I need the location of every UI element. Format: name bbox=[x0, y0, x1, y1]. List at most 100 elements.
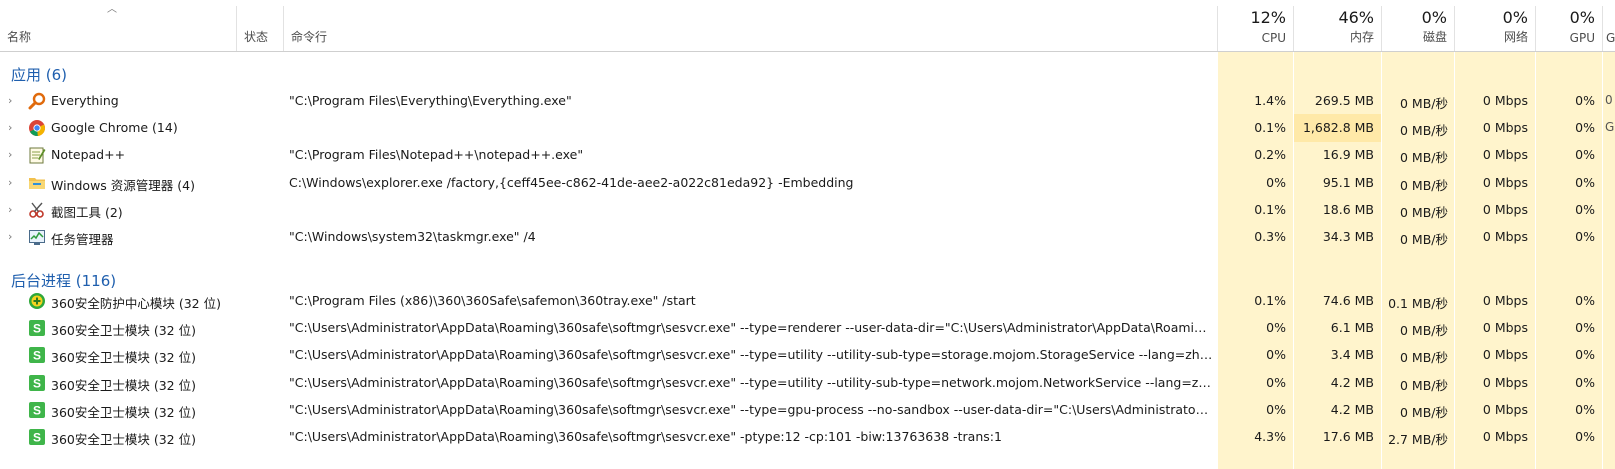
chevron-right-icon[interactable]: › bbox=[8, 94, 12, 108]
process-memory: 34.3 MB bbox=[1322, 229, 1374, 244]
process-row-background-5[interactable]: S 360安全卫士模块 (32 位) "C:\Users\Administrat… bbox=[0, 423, 1615, 451]
process-name: 360安全防护中心模块 (32 位) bbox=[51, 296, 221, 311]
process-disk: 0 MB/秒 bbox=[1400, 350, 1448, 366]
column-header-command[interactable]: 命令行 bbox=[284, 0, 1217, 51]
process-network: 0 Mbps bbox=[1482, 120, 1528, 136]
process-cpu: 0.1% bbox=[1254, 120, 1286, 136]
process-row-apps-5[interactable]: › 任务管理器 "C:\Windows\system32\taskmgr.exe… bbox=[0, 223, 1615, 251]
column-header-cpu-label: CPU bbox=[1261, 31, 1286, 45]
chevron-right-icon[interactable]: › bbox=[8, 121, 12, 135]
svg-text:S: S bbox=[33, 376, 41, 390]
process-network: 0 Mbps bbox=[1482, 229, 1528, 244]
process-gpu-engine: 0 bbox=[1605, 93, 1613, 107]
cpu-total-percent: 12% bbox=[1250, 8, 1286, 27]
column-header-gpu-engine[interactable]: G bbox=[1603, 0, 1615, 51]
360-safe-icon: S bbox=[28, 346, 46, 364]
process-command-line: "C:\Users\Administrator\AppData\Roaming\… bbox=[289, 347, 1213, 363]
process-row-apps-2[interactable]: › Notepad++ "C:\Program Files\Notepad++\… bbox=[0, 141, 1615, 169]
column-header-status[interactable]: 状态 bbox=[237, 0, 283, 51]
process-gpu: 0% bbox=[1575, 401, 1595, 417]
process-network: 0 Mbps bbox=[1482, 93, 1528, 108]
column-header-row: ︿ 名称 状态 命令行 12% CPU 46% 内存 0% 磁盘 0% 网络 0… bbox=[0, 0, 1615, 52]
column-header-name-label: 名称 bbox=[7, 30, 32, 44]
process-gpu-engine: G bbox=[1605, 120, 1615, 135]
process-command-line: "C:\Users\Administrator\AppData\Roaming\… bbox=[289, 429, 1002, 444]
process-name: 360安全卫士模块 (32 位) bbox=[51, 323, 196, 339]
process-disk: 2.7 MB/秒 bbox=[1388, 432, 1448, 447]
chevron-right-icon[interactable]: › bbox=[8, 148, 12, 162]
process-command-line: C:\Windows\explorer.exe /factory,{ceff45… bbox=[289, 174, 854, 190]
group-header-apps[interactable]: 应用 (6) bbox=[0, 60, 1615, 90]
sort-ascending-icon: ︿ bbox=[107, 4, 117, 15]
column-header-cpu[interactable]: 12% CPU bbox=[1218, 0, 1293, 51]
process-gpu: 0% bbox=[1575, 174, 1595, 190]
360-safe-icon: S bbox=[28, 319, 46, 337]
group-title-apps: 应用 (6) bbox=[11, 66, 68, 84]
process-row-background-2[interactable]: S 360安全卫士模块 (32 位) "C:\Users\Administrat… bbox=[0, 341, 1615, 369]
process-name: 任务管理器 bbox=[51, 232, 114, 247]
process-gpu: 0% bbox=[1575, 93, 1595, 108]
process-gpu: 0% bbox=[1575, 293, 1595, 308]
process-cpu: 0.3% bbox=[1254, 229, 1286, 244]
column-header-name[interactable]: ︿ 名称 bbox=[0, 0, 236, 51]
process-memory: 1,682.8 MB bbox=[1302, 120, 1374, 136]
svg-text:S: S bbox=[33, 322, 41, 336]
task-manager-process-list: ︿ 名称 状态 命令行 12% CPU 46% 内存 0% 磁盘 0% 网络 0… bbox=[0, 0, 1615, 469]
process-gpu: 0% bbox=[1575, 320, 1595, 336]
chevron-right-icon[interactable]: › bbox=[8, 203, 12, 217]
column-header-gpu-engine-label: G bbox=[1606, 31, 1615, 45]
task-manager-icon bbox=[28, 228, 46, 246]
process-cpu: 0% bbox=[1266, 320, 1286, 336]
process-row-background-1[interactable]: S 360安全卫士模块 (32 位) "C:\Users\Administrat… bbox=[0, 314, 1615, 342]
process-memory: 6.1 MB bbox=[1330, 320, 1374, 336]
column-header-disk-label: 磁盘 bbox=[1422, 30, 1447, 44]
column-header-status-label: 状态 bbox=[244, 30, 269, 44]
process-name: 截图工具 (2) bbox=[51, 204, 123, 220]
process-row-background-0[interactable]: 360安全防护中心模块 (32 位) "C:\Program Files (x8… bbox=[0, 287, 1615, 315]
column-header-network-label: 网络 bbox=[1503, 30, 1528, 44]
process-command-line: "C:\Users\Administrator\AppData\Roaming\… bbox=[289, 374, 1213, 390]
process-row-apps-0[interactable]: › Everything "C:\Program Files\Everythin… bbox=[0, 87, 1615, 115]
process-row-apps-1[interactable]: › Google Chrome (14) 0.1% 1,682.8 MB 0 M… bbox=[0, 114, 1615, 143]
chevron-right-icon[interactable]: › bbox=[8, 176, 12, 190]
network-total-percent: 0% bbox=[1502, 8, 1528, 27]
process-name: Notepad++ bbox=[51, 147, 126, 163]
process-cpu: 1.4% bbox=[1254, 93, 1286, 108]
process-row-apps-3[interactable]: › Windows 资源管理器 (4) C:\Windows\explorer.… bbox=[0, 169, 1615, 197]
svg-text:S: S bbox=[33, 403, 41, 417]
memory-total-percent: 46% bbox=[1338, 8, 1374, 27]
process-network: 0 Mbps bbox=[1482, 201, 1528, 217]
process-row-background-3[interactable]: S 360安全卫士模块 (32 位) "C:\Users\Administrat… bbox=[0, 369, 1615, 397]
column-header-gpu-label: GPU bbox=[1569, 31, 1595, 45]
process-row-background-4[interactable]: S 360安全卫士模块 (32 位) "C:\Users\Administrat… bbox=[0, 396, 1615, 424]
process-command-line: "C:\Users\Administrator\AppData\Roaming\… bbox=[289, 401, 1213, 417]
process-network: 0 Mbps bbox=[1482, 429, 1528, 444]
process-network: 0 Mbps bbox=[1482, 374, 1528, 390]
column-header-network[interactable]: 0% 网络 bbox=[1455, 0, 1535, 51]
column-header-memory[interactable]: 46% 内存 bbox=[1294, 0, 1381, 51]
process-cpu: 0.2% bbox=[1254, 147, 1286, 163]
process-memory: 18.6 MB bbox=[1322, 201, 1374, 217]
process-command-line: "C:\Windows\system32\taskmgr.exe" /4 bbox=[289, 229, 536, 244]
process-gpu: 0% bbox=[1575, 201, 1595, 217]
process-disk: 0 MB/秒 bbox=[1400, 204, 1448, 220]
chevron-right-icon[interactable]: › bbox=[8, 230, 12, 244]
process-memory: 3.4 MB bbox=[1330, 347, 1374, 363]
process-row-apps-4[interactable]: › 截图工具 (2) 0.1% 18.6 MB 0 MB/秒 0 Mbps 0% bbox=[0, 196, 1615, 224]
column-header-disk[interactable]: 0% 磁盘 bbox=[1382, 0, 1454, 51]
process-gpu: 0% bbox=[1575, 347, 1595, 363]
process-gpu: 0% bbox=[1575, 120, 1595, 136]
column-header-gpu[interactable]: 0% GPU bbox=[1536, 0, 1602, 51]
process-disk: 0 MB/秒 bbox=[1400, 150, 1448, 166]
process-network: 0 Mbps bbox=[1482, 293, 1528, 308]
process-command-line: "C:\Users\Administrator\AppData\Roaming\… bbox=[289, 320, 1213, 336]
process-name: Windows 资源管理器 (4) bbox=[51, 177, 195, 193]
gpu-total-percent: 0% bbox=[1569, 8, 1595, 27]
process-memory: 4.2 MB bbox=[1330, 374, 1374, 390]
process-network: 0 Mbps bbox=[1482, 174, 1528, 190]
process-name: 360安全卫士模块 (32 位) bbox=[51, 377, 196, 393]
process-gpu: 0% bbox=[1575, 374, 1595, 390]
process-network: 0 Mbps bbox=[1482, 320, 1528, 336]
process-disk: 0 MB/秒 bbox=[1400, 177, 1448, 193]
process-memory: 16.9 MB bbox=[1322, 147, 1374, 163]
